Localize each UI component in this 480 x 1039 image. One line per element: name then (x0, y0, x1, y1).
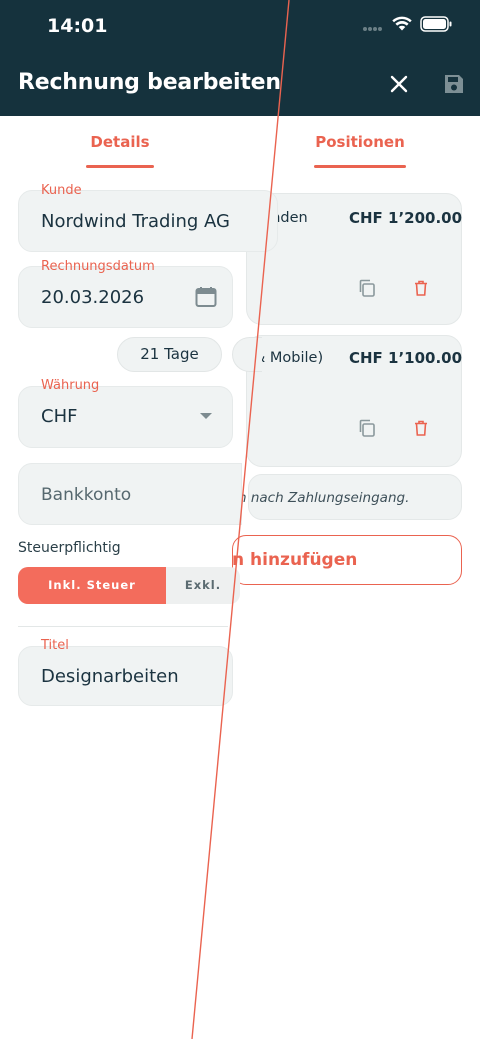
status-time: 14:01 (47, 15, 108, 37)
calendar-icon (195, 287, 217, 307)
delete-icon (415, 420, 427, 436)
steuer-option-inkl[interactable]: Inkl. Steuer (18, 567, 166, 604)
steuer-option-exkl[interactable]: Exkl. (166, 567, 240, 604)
tab-positionen-indicator (314, 165, 406, 168)
dropdown-arrow-icon (200, 413, 212, 419)
copy-icon (359, 419, 375, 437)
position-name: & Mobile) (254, 350, 324, 366)
position-amount: CHF 1’100.00 (349, 349, 463, 367)
close-button[interactable] (385, 70, 413, 98)
page-title: Rechnung bearbeiten (18, 70, 281, 95)
payment-note: n nach Zahlungseingang. (238, 490, 410, 506)
bankkonto-placeholder: Bankkonto (41, 485, 132, 505)
signal-icon (362, 17, 384, 36)
zahlungsfrist-chip-partial[interactable] (232, 337, 262, 372)
zahlungsfrist-chip[interactable]: 21 Tage (117, 337, 222, 372)
status-icons (362, 16, 452, 36)
titel-value: Designarbeiten (41, 666, 179, 687)
waehrung-value: CHF (41, 406, 78, 427)
save-icon (445, 75, 463, 93)
app-header: 14:01 Rechnung bearbeiten (0, 0, 480, 116)
wifi-icon (392, 16, 412, 36)
calendar-button[interactable] (193, 284, 219, 310)
section-divider (18, 626, 228, 627)
copy-button[interactable] (354, 415, 380, 441)
rechnungsdatum-value: 20.03.2026 (41, 287, 145, 308)
position-amount: CHF 1’200.00 (349, 209, 463, 227)
delete-button[interactable] (408, 275, 434, 301)
rechnungsdatum-label: Rechnungsdatum (41, 259, 155, 274)
tab-details[interactable]: Details (60, 116, 180, 170)
delete-icon (415, 280, 427, 296)
waehrung-label: Währung (41, 378, 100, 393)
steuerpflichtig-label: Steuerpflichtig (18, 540, 121, 556)
copy-icon (359, 279, 375, 297)
tab-details-indicator (86, 165, 154, 168)
copy-button[interactable] (354, 275, 380, 301)
delete-button[interactable] (408, 415, 434, 441)
save-button[interactable] (440, 70, 468, 98)
kunde-label: Kunde (41, 183, 82, 198)
tab-positionen[interactable]: Positionen (300, 116, 420, 170)
kunde-value: Nordwind Trading AG (41, 211, 230, 232)
dropdown-button[interactable] (193, 403, 219, 429)
close-icon (390, 75, 408, 93)
steuer-toggle[interactable]: Inkl. Steuer Exkl. (18, 567, 240, 604)
add-position-label: n hinzufügen (232, 550, 358, 570)
battery-icon (420, 16, 452, 36)
titel-label: Titel (41, 638, 69, 653)
